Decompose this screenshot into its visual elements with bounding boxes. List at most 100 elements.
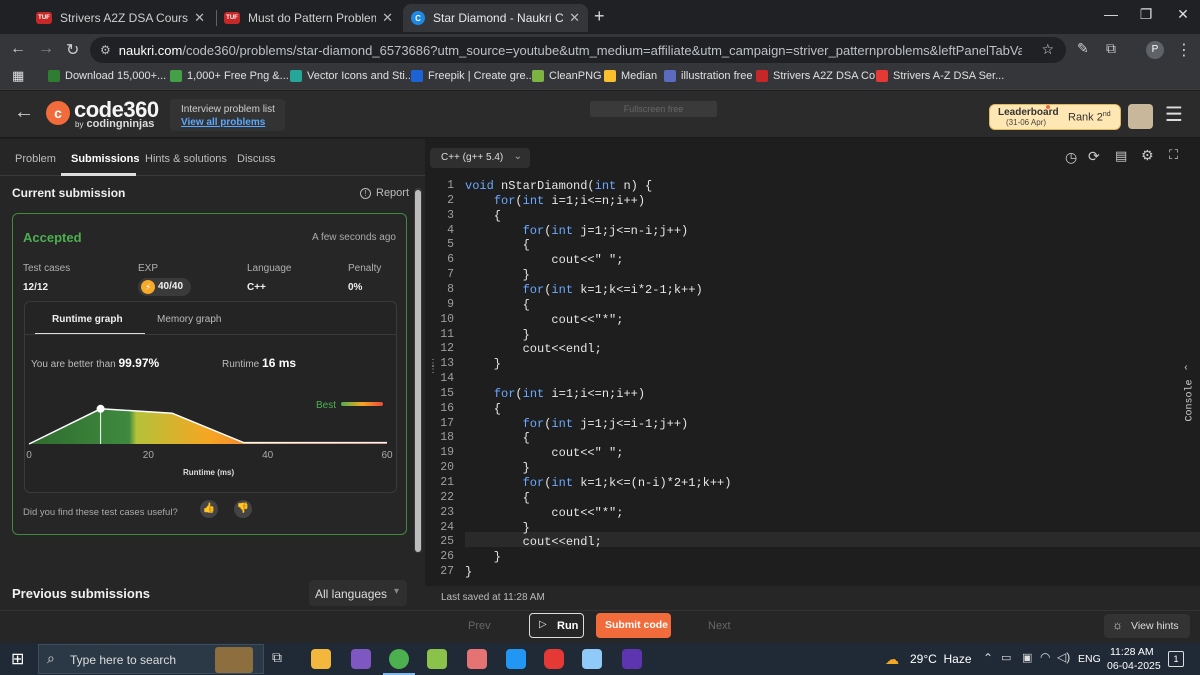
reload-icon[interactable]: ↻ — [66, 40, 79, 60]
thumbs-down-icon[interactable]: 👎 — [234, 500, 252, 518]
app-icon[interactable] — [467, 649, 487, 669]
report-button[interactable]: ! Report — [360, 187, 409, 199]
tab-submissions[interactable]: Submissions — [71, 153, 139, 165]
timer-icon[interactable]: ◷ — [1065, 149, 1077, 166]
bookmark-item[interactable]: CleanPNG — [532, 70, 602, 82]
browser-tab-pattern-problems[interactable]: TUF Must do Pattern Problems befo ✕ — [216, 4, 401, 32]
minimize-icon[interactable]: — — [1096, 6, 1126, 22]
weather-text[interactable]: 29°C Haze — [910, 652, 972, 666]
browser-menu-icon[interactable]: ⋮ — [1176, 40, 1192, 60]
code-editor[interactable]: 1 void nStarDiamond(int n) {2 for(int i=1… — [425, 176, 1200, 586]
code-line[interactable]: { — [465, 209, 501, 223]
thumbs-up-icon[interactable]: 👍 — [200, 500, 218, 518]
visual-studio-icon[interactable] — [351, 649, 371, 669]
code-line[interactable]: cout<<" "; — [465, 253, 623, 267]
console-toggle[interactable]: ‹ Console — [1175, 359, 1200, 422]
code-line[interactable]: cout<<endl; — [465, 342, 602, 356]
drag-handle-icon[interactable]: ⋮ ⋮ — [428, 360, 438, 376]
volume-icon[interactable]: ◁) — [1057, 650, 1070, 664]
vscode-icon[interactable] — [506, 649, 526, 669]
close-icon[interactable]: ✕ — [382, 10, 393, 26]
chevron-up-icon[interactable]: ⌃ — [983, 651, 993, 665]
notification-icon[interactable]: 1 — [1168, 651, 1184, 667]
clock-time[interactable]: 11:28 AM — [1110, 646, 1154, 658]
code-line[interactable]: void nStarDiamond(int n) { — [465, 179, 652, 193]
terminal-icon[interactable] — [622, 649, 642, 669]
battery-icon[interactable]: ▭ — [1001, 651, 1011, 664]
view-hints-button[interactable]: ☼ View hints — [1104, 614, 1190, 638]
code-line[interactable]: for(int j=1;j<=i-1;j++) — [465, 417, 689, 431]
windows-start-icon[interactable]: ⊞ — [11, 649, 24, 669]
close-icon[interactable]: ✕ — [569, 10, 580, 26]
pen-icon[interactable]: ✎ — [1077, 40, 1089, 57]
fullscreen-hint[interactable]: Fullscreen free — [590, 101, 717, 117]
code-line[interactable]: { — [465, 431, 530, 445]
notes-icon[interactable] — [582, 649, 602, 669]
tab-discuss[interactable]: Discuss — [237, 153, 276, 165]
bookmark-item[interactable]: Median — [604, 70, 657, 82]
gear-icon[interactable]: ⚙ — [1141, 147, 1154, 164]
code360-logo-icon[interactable]: c — [46, 101, 70, 125]
bookmark-item[interactable]: Strivers A2Z DSA Co... — [756, 70, 884, 82]
code-line[interactable]: for(int k=1;k<=(n-i)*2+1;k++) — [465, 476, 732, 490]
code-line[interactable]: { — [465, 298, 530, 312]
code-line[interactable]: } — [465, 328, 530, 342]
network-icon[interactable]: ▣ — [1022, 651, 1032, 664]
code-line[interactable]: { — [465, 402, 501, 416]
layout-icon[interactable]: ▤ — [1115, 148, 1127, 164]
new-tab-button[interactable]: + — [594, 6, 605, 27]
wifi-icon[interactable]: ◠ — [1040, 650, 1050, 664]
code-line[interactable]: } — [465, 550, 501, 564]
view-all-problems-link[interactable]: View all problems — [181, 117, 265, 128]
left-scrollbar-thumb[interactable] — [415, 190, 421, 552]
leaderboard-badge[interactable]: Leaderboard (31-06 Apr) Rank 2nd — [989, 104, 1121, 130]
address-bar[interactable]: ⚙ naukri.com/code360/problems/star-diamo… — [90, 37, 1066, 63]
chrome-icon[interactable] — [389, 649, 409, 669]
language-indicator[interactable]: ENG — [1078, 653, 1101, 665]
apps-grid-icon[interactable]: ▦ — [12, 68, 24, 84]
bookmark-item[interactable]: Download 15,000+... — [48, 70, 166, 82]
left-scrollbar[interactable] — [414, 188, 422, 553]
submit-code-button[interactable]: Submit code — [596, 613, 671, 638]
code-line[interactable]: { — [465, 238, 530, 252]
back-arrow-icon[interactable]: ← — [14, 101, 34, 124]
user-avatar[interactable] — [1128, 104, 1153, 129]
hamburger-menu-icon[interactable]: ☰ — [1165, 102, 1183, 127]
bookmark-item[interactable]: Vector Icons and Sti... — [290, 70, 414, 82]
code-line[interactable]: for(int j=1;j<=n-i;j++) — [465, 224, 689, 238]
code-line[interactable]: cout<<" "; — [465, 446, 623, 460]
browser-tab-strivers-sheet[interactable]: TUF Strivers A2Z DSA Course/Sheet ✕ — [28, 4, 213, 32]
profile-avatar[interactable]: P — [1146, 41, 1164, 59]
bookmark-item[interactable]: 1,000+ Free Png &... — [170, 70, 289, 82]
bookmark-item[interactable]: Strivers A-Z DSA Ser... — [876, 70, 1004, 82]
bookmark-item[interactable]: illustration free — [664, 70, 753, 82]
taskbar-search-box[interactable]: ⌕ Type here to search — [38, 644, 264, 674]
code-line[interactable]: for(int k=1;k<=i*2-1;k++) — [465, 283, 703, 297]
forward-arrow-icon[interactable]: → — [38, 40, 54, 58]
code-line[interactable]: cout<<"*"; — [465, 313, 623, 327]
site-settings-icon[interactable]: ⚙ — [100, 43, 111, 57]
task-view-icon[interactable]: ⧉ — [272, 649, 282, 666]
extensions-icon[interactable]: ⧉ — [1106, 40, 1116, 57]
language-filter-select[interactable]: All languages ▾ — [309, 580, 407, 606]
clock-date[interactable]: 06-04-2025 — [1107, 660, 1161, 672]
code-line[interactable]: { — [465, 491, 530, 505]
code-line[interactable]: cout<<"*"; — [465, 506, 623, 520]
reset-code-icon[interactable]: ⟳ — [1088, 148, 1100, 165]
tab-runtime-graph[interactable]: Runtime graph — [52, 314, 123, 325]
bookmark-star-icon[interactable]: ☆ — [1041, 41, 1054, 58]
prev-button[interactable]: Prev — [468, 620, 491, 632]
next-button[interactable]: Next — [708, 620, 731, 632]
tab-problem[interactable]: Problem — [15, 153, 56, 165]
browser-tab-star-diamond[interactable]: C Star Diamond - Naukri Code 36 ✕ — [403, 4, 588, 32]
code-line[interactable]: } — [465, 565, 472, 579]
paint-icon[interactable] — [427, 649, 447, 669]
code-line[interactable]: } — [465, 357, 501, 371]
close-icon[interactable]: ✕ — [194, 10, 205, 26]
tab-memory-graph[interactable]: Memory graph — [157, 314, 221, 325]
code-line[interactable]: cout<<endl; — [465, 535, 602, 549]
file-explorer-icon[interactable] — [311, 649, 331, 669]
run-button[interactable]: ▷ Run — [529, 613, 584, 638]
code-line[interactable]: } — [465, 521, 530, 535]
code-line[interactable]: for(int i=1;i<=n;i++) — [465, 387, 645, 401]
